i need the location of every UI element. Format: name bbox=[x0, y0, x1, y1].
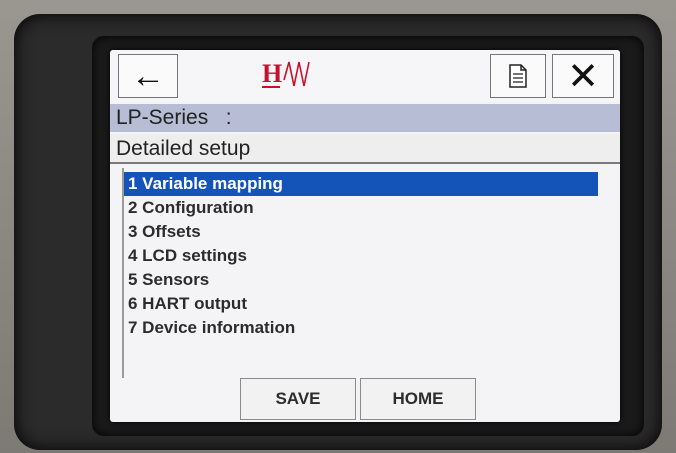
toolbar: ← H ✕ bbox=[110, 50, 620, 102]
menu-item-variable-mapping[interactable]: 1 Variable mapping bbox=[124, 172, 598, 196]
back-button[interactable]: ← bbox=[118, 54, 178, 98]
close-icon: ✕ bbox=[567, 55, 599, 98]
wave-logo: H bbox=[260, 56, 340, 94]
menu-item-sensors[interactable]: 5 Sensors bbox=[124, 268, 598, 292]
lcd-screen: ← H ✕ LP-Series : Detailed setup 1 Varia… bbox=[110, 50, 620, 422]
save-button[interactable]: SAVE bbox=[240, 378, 356, 420]
document-button[interactable] bbox=[490, 54, 546, 98]
menu-item-hart-output[interactable]: 6 HART output bbox=[124, 292, 598, 316]
home-button[interactable]: HOME bbox=[360, 378, 476, 420]
menu-item-offsets[interactable]: 3 Offsets bbox=[124, 220, 598, 244]
page-title: Detailed setup bbox=[110, 134, 620, 164]
arrow-left-icon: ← bbox=[131, 56, 165, 95]
menu-list: 1 Variable mapping 2 Configuration 3 Off… bbox=[124, 172, 598, 340]
menu-item-configuration[interactable]: 2 Configuration bbox=[124, 196, 598, 220]
menu-item-device-information[interactable]: 7 Device information bbox=[124, 316, 598, 340]
menu-item-lcd-settings[interactable]: 4 LCD settings bbox=[124, 244, 598, 268]
close-button[interactable]: ✕ bbox=[552, 54, 614, 98]
logo-letter: H bbox=[262, 59, 282, 88]
device-name-bar: LP-Series : bbox=[110, 104, 620, 132]
document-icon bbox=[509, 64, 527, 88]
